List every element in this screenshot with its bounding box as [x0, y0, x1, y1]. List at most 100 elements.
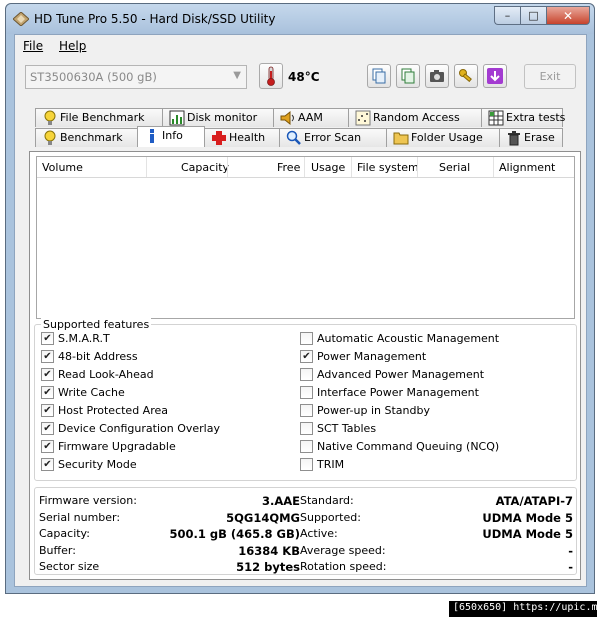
- screenshot-camera-icon: [430, 70, 444, 82]
- tab-label: Benchmark: [60, 131, 123, 144]
- checkmark-icon[interactable]: ✔: [41, 404, 54, 417]
- checkbox-label: SCT Tables: [317, 422, 377, 435]
- checkmark-icon[interactable]: ✔: [41, 422, 54, 435]
- options-keys-icon: [459, 69, 472, 83]
- copy-info-button[interactable]: [367, 64, 391, 88]
- app-window: HD Tune Pro 5.50 - Hard Disk/SSD Utility…: [5, 3, 595, 594]
- checkmark-icon[interactable]: ✔: [41, 458, 54, 471]
- tab-row-top: File Benchmark Disk monitor AAM Random A…: [35, 108, 565, 127]
- checkbox-label: Firmware Upgradable: [58, 440, 176, 453]
- tab-disk-monitor[interactable]: Disk monitor: [162, 108, 274, 127]
- close-button[interactable]: ✕: [546, 6, 590, 25]
- tab-label: Health: [229, 131, 266, 144]
- column-header-free[interactable]: Free: [277, 161, 300, 174]
- options-button[interactable]: [454, 64, 478, 88]
- checkbox-empty-icon[interactable]: [300, 422, 313, 435]
- screenshot-button[interactable]: [425, 64, 449, 88]
- tab-label: Random Access: [373, 111, 460, 124]
- info-label-firmware-version: Firmware version:: [39, 494, 137, 507]
- supported-features-title: Supported features: [41, 318, 152, 331]
- window-controls: – □ ✕: [494, 6, 590, 26]
- column-divider: [304, 157, 305, 177]
- column-header-alignment[interactable]: Alignment: [499, 161, 555, 174]
- checkmark-icon[interactable]: ✔: [300, 350, 313, 363]
- info-value-buffer: 16384 KB: [238, 543, 300, 558]
- tab-info[interactable]: Info: [137, 126, 205, 147]
- tab-error-scan[interactable]: Error Scan: [279, 128, 387, 147]
- info-value-supported: UDMA Mode 5: [482, 510, 573, 525]
- drive-select-value: ST3500630A (500 gB): [30, 70, 157, 84]
- checkmark-icon[interactable]: ✔: [41, 332, 54, 345]
- info-label-sector-size: Sector size: [39, 560, 100, 573]
- speaker-icon: [280, 110, 294, 126]
- save-button[interactable]: [483, 64, 507, 88]
- tab-health[interactable]: Health: [204, 128, 280, 147]
- exit-button[interactable]: Exit: [524, 64, 576, 89]
- menu-file[interactable]: File: [23, 39, 43, 53]
- tab-label: File Benchmark: [60, 111, 145, 124]
- temperature-readout: 48°C: [288, 70, 320, 84]
- column-header-usage[interactable]: Usage: [311, 161, 345, 174]
- thermometer-icon: [267, 66, 275, 86]
- tab-label: Info: [162, 129, 183, 142]
- menu-bar: File Help: [15, 35, 586, 57]
- copy-info-icon: [372, 68, 386, 84]
- column-header-capacity[interactable]: Capacity: [181, 161, 229, 174]
- tab-benchmark[interactable]: Benchmark: [35, 128, 138, 147]
- checkbox-empty-icon[interactable]: [300, 386, 313, 399]
- checkbox-empty-icon[interactable]: [300, 332, 313, 345]
- checkbox-label: Write Cache: [58, 386, 125, 399]
- checkbox-empty-icon[interactable]: [300, 368, 313, 381]
- checkbox-empty-icon[interactable]: [300, 440, 313, 453]
- checkmark-icon[interactable]: ✔: [41, 368, 54, 381]
- title-bar[interactable]: HD Tune Pro 5.50 - Hard Disk/SSD Utility…: [6, 4, 594, 34]
- copy-all-icon: [401, 68, 415, 84]
- checkbox-label: Read Look-Ahead: [58, 368, 154, 381]
- info-label-active: Active:: [300, 527, 338, 540]
- checkbox-label: Native Command Queuing (NCQ): [317, 440, 500, 453]
- toolbar: ST3500630A (500 gB) ▼ 48°C Exit: [15, 57, 586, 103]
- tab-label: Folder Usage: [411, 131, 483, 144]
- checkmark-icon[interactable]: ✔: [41, 440, 54, 453]
- chevron-down-icon: ▼: [233, 70, 241, 81]
- tab-extra-tests[interactable]: Extra tests: [481, 108, 565, 127]
- checkbox-empty-icon[interactable]: [300, 458, 313, 471]
- volume-table[interactable]: Volume Capacity Free Usage File system S…: [36, 156, 575, 319]
- cross-icon: [212, 131, 226, 145]
- save-arrow-icon: [487, 68, 503, 84]
- tab-file-benchmark[interactable]: File Benchmark: [35, 108, 163, 127]
- watermark: [650x650] https://upic.me/: [449, 601, 597, 617]
- tab-erase[interactable]: Erase: [499, 128, 563, 147]
- checkmark-icon[interactable]: ✔: [41, 386, 54, 399]
- maximize-button[interactable]: □: [520, 6, 546, 25]
- window-title: HD Tune Pro 5.50 - Hard Disk/SSD Utility: [34, 12, 276, 26]
- bulb-icon: [44, 110, 56, 125]
- checkbox-label: Power Management: [317, 350, 427, 363]
- tab-aam[interactable]: AAM: [273, 108, 349, 127]
- info-label-average-speed: Average speed:: [300, 543, 386, 557]
- tab-row-bottom: Benchmark Info Health Error Scan Folder …: [35, 126, 563, 147]
- drive-info-group: Firmware version: 3.AAE Serial number: 5QG1…: [34, 487, 577, 575]
- checkbox-label: 48-bit Address: [58, 350, 138, 363]
- checkbox-label: Security Mode: [58, 458, 137, 471]
- column-header-volume[interactable]: Volume: [42, 161, 83, 174]
- checkbox-label: Interface Power Management: [317, 386, 479, 399]
- menu-help[interactable]: Help: [59, 39, 86, 53]
- tab-random-access[interactable]: Random Access: [348, 108, 482, 127]
- temperature-button[interactable]: [259, 63, 283, 89]
- copy-all-button[interactable]: [396, 64, 420, 88]
- tab-folder-usage[interactable]: Folder Usage: [386, 128, 500, 147]
- minimize-button[interactable]: –: [494, 6, 520, 25]
- checkbox-label: Automatic Acoustic Management: [317, 332, 500, 345]
- column-header-file-system[interactable]: File system: [357, 161, 419, 174]
- volume-table-header: Volume Capacity Free Usage File system S…: [37, 157, 574, 178]
- info-value-sector-size: 512 bytes: [236, 560, 300, 574]
- info-value-serial-number: 5QG14QMG: [226, 510, 300, 525]
- tab-label: Erase: [524, 131, 555, 144]
- column-header-serial[interactable]: Serial: [439, 161, 470, 174]
- info-value-average-speed: -: [568, 543, 573, 558]
- drive-select[interactable]: ST3500630A (500 gB) ▼: [25, 65, 247, 89]
- info-label-buffer: Buffer:: [39, 543, 76, 557]
- checkmark-icon[interactable]: ✔: [41, 350, 54, 363]
- checkbox-empty-icon[interactable]: [300, 404, 313, 417]
